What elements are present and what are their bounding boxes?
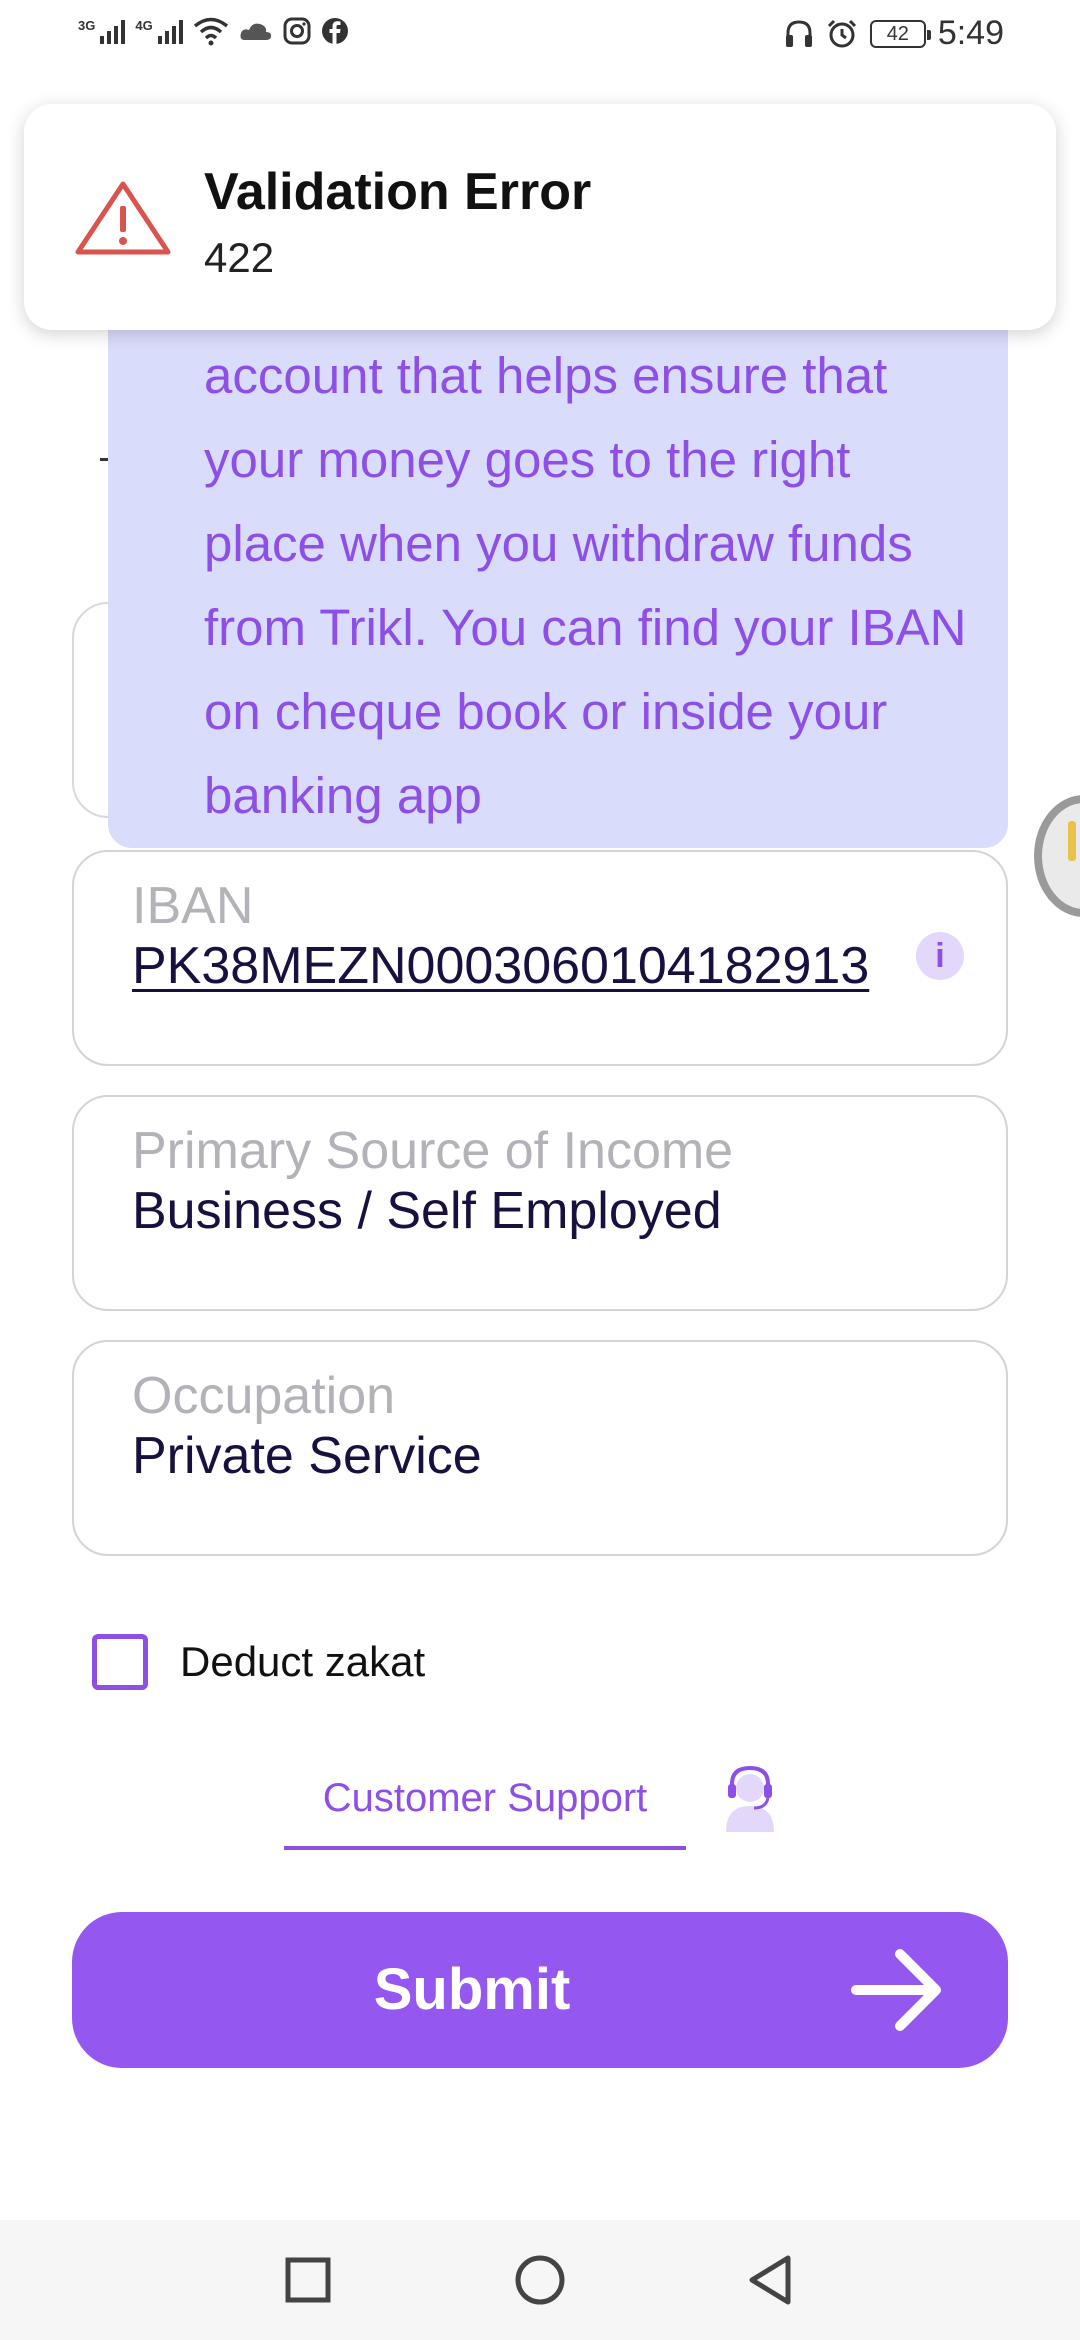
battery-icon: 42 bbox=[869, 19, 931, 48]
iban-info-tooltip: account that helps ensure that your mone… bbox=[108, 320, 1008, 848]
occupation-select[interactable]: Occupation Private Service bbox=[72, 1340, 1008, 1556]
support-agent-icon[interactable] bbox=[720, 1762, 780, 1832]
wifi-icon bbox=[193, 17, 228, 46]
info-icon[interactable]: i bbox=[916, 932, 964, 980]
submit-button[interactable]: Submit bbox=[72, 1912, 1008, 2068]
iban-label: IBAN bbox=[132, 877, 254, 935]
submit-label: Submit bbox=[373, 1957, 571, 2022]
occupation-value: Private Service bbox=[132, 1427, 482, 1485]
toast-message: 422 bbox=[204, 234, 275, 281]
occupation-label: Occupation bbox=[132, 1367, 396, 1425]
facebook-icon bbox=[321, 18, 348, 44]
home-button-icon[interactable] bbox=[510, 2250, 570, 2310]
iban-value[interactable]: PK38MEZN0003060104182913 bbox=[132, 936, 869, 996]
headphones-icon bbox=[785, 19, 812, 47]
cloud-icon bbox=[240, 23, 271, 40]
validation-error-toast[interactable]: Validation Error 422 bbox=[24, 104, 1056, 330]
arrow-right-icon bbox=[851, 1949, 941, 2031]
warning-icon bbox=[75, 181, 171, 255]
back-button-icon[interactable] bbox=[742, 2250, 802, 2310]
income-source-value: Business / Self Employed bbox=[132, 1182, 722, 1240]
signal-4g-icon: 4G bbox=[135, 18, 183, 44]
status-icons-left: 3G 4G bbox=[78, 16, 349, 46]
zakat-label: Deduct zakat bbox=[180, 1638, 426, 1685]
zakat-checkbox-row[interactable]: Deduct zakat bbox=[92, 1634, 425, 1690]
signal-3g-icon: 3G bbox=[78, 18, 126, 44]
recents-button-icon[interactable] bbox=[278, 2250, 338, 2310]
zakat-checkbox[interactable] bbox=[92, 1634, 148, 1690]
status-icons-right: 42 5:49 bbox=[784, 14, 1004, 53]
screen: 3G 4G 42 5:49 account that helps ensure … bbox=[0, 0, 1080, 2340]
status-bar: 3G 4G 42 5:49 bbox=[0, 0, 1080, 72]
toast-title: Validation Error bbox=[204, 163, 592, 221]
iban-field[interactable]: IBAN PK38MEZN0003060104182913 i bbox=[72, 850, 1008, 1066]
income-source-label: Primary Source of Income bbox=[132, 1122, 734, 1180]
alarm-icon bbox=[827, 19, 856, 47]
status-time: 5:49 bbox=[937, 14, 1004, 52]
system-nav-bar bbox=[0, 2220, 1080, 2340]
tooltip-text: account that helps ensure that your mone… bbox=[204, 347, 967, 824]
customer-support-link[interactable]: Customer Support bbox=[284, 1768, 686, 1850]
floating-side-handle[interactable] bbox=[1034, 795, 1080, 917]
income-source-select[interactable]: Primary Source of Income Business / Self… bbox=[72, 1095, 1008, 1311]
instagram-icon bbox=[283, 17, 311, 45]
customer-support-label: Customer Support bbox=[322, 1776, 648, 1820]
